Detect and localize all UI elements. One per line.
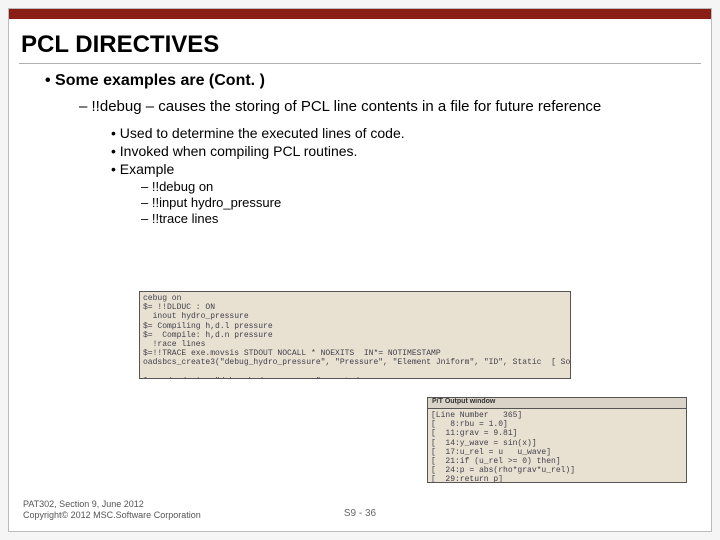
slide: PCL DIRECTIVES Some examples are (Cont. …: [8, 8, 712, 532]
bullet-lvl4: !!trace lines: [141, 211, 687, 226]
header-bar: [9, 9, 711, 19]
bullet-lvl4: !!input hydro_pressure: [141, 195, 687, 210]
code-box-1: cebug on $= !!DLDUC : ON inout hydro_pre…: [139, 291, 571, 379]
bullet-lvl1: Some examples are (Cont. ): [45, 72, 687, 90]
bullet-lvl2: !!debug – causes the storing of PCL line…: [79, 98, 687, 117]
footer-line: Copyright© 2012 MSC.Software Corporation: [23, 510, 201, 521]
code-content: [Line Number 365] [ 8:rbu = 1.0] [ 11:gr…: [431, 411, 575, 483]
content-area: Some examples are (Cont. ) !!debug – cau…: [9, 72, 711, 226]
bullet-lvl3: Invoked when compiling PCL routines.: [111, 143, 687, 159]
divider: [19, 63, 701, 64]
footer-line: PAT302, Section 9, June 2012: [23, 499, 201, 510]
code-content: cebug on $= !!DLDUC : ON inout hydro_pre…: [143, 294, 571, 379]
code-box-2: P/T Output window [Line Number 365] [ 8:r…: [427, 397, 687, 483]
bullet-lvl4: !!debug on: [141, 179, 687, 194]
slide-title: PCL DIRECTIVES: [9, 19, 711, 63]
bullet-lvl3: Example: [111, 161, 687, 177]
page-number: S9 - 36: [344, 508, 376, 519]
bullet-lvl3: Used to determine the executed lines of …: [111, 125, 687, 141]
code-box-title: P/T Output window: [428, 398, 686, 409]
footer: PAT302, Section 9, June 2012 Copyright© …: [23, 499, 201, 521]
